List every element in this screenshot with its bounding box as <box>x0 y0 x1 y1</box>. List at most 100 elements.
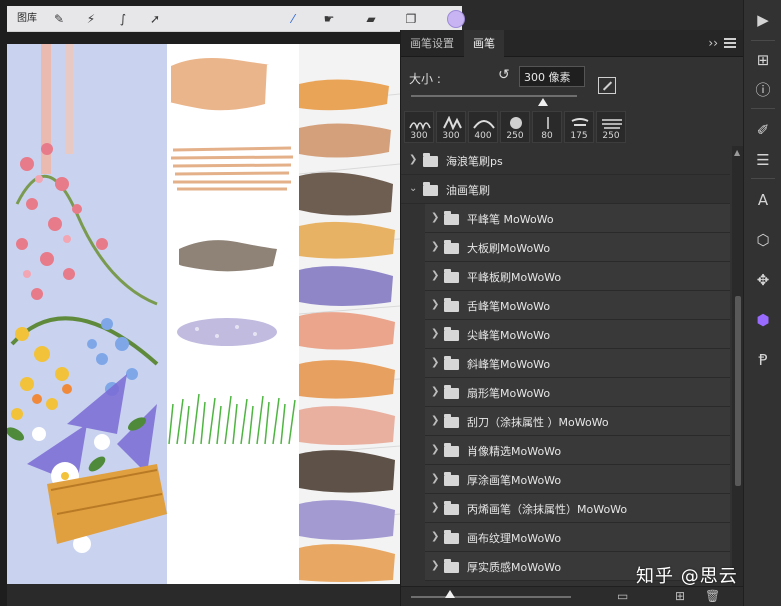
brush-subgroup-label: 尖峰笔MoWoWo <box>467 329 551 342</box>
folder-icon <box>444 559 459 573</box>
chevron-right-icon[interactable]: ❯ <box>431 299 439 310</box>
floral-illustration <box>7 44 167 584</box>
reset-size-icon[interactable]: ↺ <box>498 67 510 83</box>
floral-artwork <box>7 44 167 584</box>
brush-subgroup-row[interactable]: ❯ 大板刷MoWoWo <box>425 233 730 262</box>
tab-brushes[interactable]: 画笔 <box>464 30 504 57</box>
brush-group-row[interactable]: ⌄ 油画笔刷 <box>401 175 730 204</box>
purple-cube-plugin-icon[interactable]: ⬢ <box>753 310 773 330</box>
chevron-right-icon[interactable]: ❯ <box>431 560 439 571</box>
size-slider-track[interactable] <box>411 95 577 97</box>
folder-icon <box>444 501 459 515</box>
chevron-right-icon[interactable]: ❯ <box>409 154 417 165</box>
chevron-right-icon[interactable]: ❯ <box>431 212 439 223</box>
chevron-right-icon[interactable]: ❯ <box>431 415 439 426</box>
new-group-folder-icon[interactable]: ▭ <box>617 589 628 603</box>
panel-collapse-button[interactable]: ›› <box>708 30 718 57</box>
brush-tip-preview-icon <box>473 120 495 129</box>
brush-subgroup-row[interactable]: ❯ 厚涂画笔MoWoWo <box>425 465 730 494</box>
brush-preset[interactable]: 80 <box>532 111 562 143</box>
brush-tool-icon[interactable]: ⁄ <box>285 11 301 27</box>
folder-icon <box>423 153 438 167</box>
plugin-p-icon[interactable]: Ᵽ <box>753 350 773 370</box>
brush-subgroup-row[interactable]: ❯ 平峰板刷MoWoWo <box>425 262 730 291</box>
wrench-icon[interactable]: ✎ <box>51 11 67 27</box>
info-icon[interactable]: ⓘ <box>753 80 773 100</box>
scrollbar-thumb[interactable] <box>735 296 741 486</box>
chevron-right-icon[interactable]: ❯ <box>431 502 439 513</box>
chevron-right-icon[interactable]: ❯ <box>431 386 439 397</box>
brush-preset[interactable]: 400 <box>468 111 498 143</box>
paint-stroke-column <box>299 44 400 584</box>
gallery-button[interactable]: 图库 <box>17 10 37 28</box>
brush-subgroup-label: 平峰板刷MoWoWo <box>467 271 562 284</box>
chevron-right-icon[interactable]: ❯ <box>431 357 439 368</box>
panel-menu-icon[interactable] <box>724 38 736 48</box>
zhihu-watermark: 知乎 @思云 <box>636 566 738 587</box>
folder-icon <box>444 356 459 370</box>
chevron-right-icon[interactable]: ❯ <box>431 270 439 281</box>
brush-swatches <box>168 58 296 445</box>
color-picker-swatch[interactable] <box>447 10 465 28</box>
brush-subgroup-row[interactable]: ❯ 丙烯画笔（涂抹属性）MoWoWo <box>425 494 730 523</box>
brush-settings-sliders-icon[interactable]: ☰ <box>753 150 773 170</box>
eraser-tool-icon[interactable]: ▰ <box>363 11 379 27</box>
chevron-right-icon[interactable]: ❯ <box>431 241 439 252</box>
brush-subgroup-label: 画布纹理MoWoWo <box>467 532 562 545</box>
brush-subgroup-row[interactable]: ❯ 平峰笔 MoWoWo <box>425 204 730 233</box>
brush-group-row[interactable]: ❯ 海浪笔刷ps <box>401 146 730 175</box>
brush-subgroup-label: 斜峰笔MoWoWo <box>467 358 551 371</box>
play-icon[interactable]: ▶ <box>753 10 773 30</box>
chevron-down-icon[interactable]: ⌄ <box>409 183 417 194</box>
brush-subgroup-row[interactable]: ❯ 舌峰笔MoWoWo <box>425 291 730 320</box>
brush-pen-icon[interactable] <box>598 77 616 94</box>
brush-subgroup-row[interactable]: ❯ 斜峰笔MoWoWo <box>425 349 730 378</box>
chevron-right-icon[interactable]: ❯ <box>431 531 439 542</box>
chevron-right-icon[interactable]: ❯ <box>431 473 439 484</box>
tab-brush-settings[interactable]: 画笔设置 <box>401 30 463 57</box>
brush-subgroup-row[interactable]: ❯ 尖峰笔MoWoWo <box>425 320 730 349</box>
brush-preset[interactable]: 250 <box>596 111 626 143</box>
brush-size-input[interactable] <box>519 66 585 87</box>
adjustments-icon[interactable]: ⚡ <box>83 11 99 27</box>
brush-icon[interactable]: ✐ <box>753 120 773 140</box>
new-brush-plus-icon[interactable]: ⊞ <box>675 589 685 603</box>
preview-size-slider-thumb[interactable] <box>445 590 455 598</box>
brush-preset-size: 250 <box>506 131 524 141</box>
canvas-bottom-strip <box>7 584 400 606</box>
selection-icon[interactable]: ∫ <box>115 11 131 27</box>
transform-icon[interactable]: ➚ <box>147 11 163 27</box>
preview-size-slider-track[interactable] <box>411 596 571 598</box>
brush-preset[interactable]: 300 <box>404 111 434 143</box>
folder-icon <box>444 211 459 225</box>
brush-preset[interactable]: 250 <box>500 111 530 143</box>
brush-preset[interactable]: 300 <box>436 111 466 143</box>
brush-subgroup-row[interactable]: ❯ 刮刀（涂抹属性 ）MoWoWo <box>425 407 730 436</box>
toolbar-divider <box>751 178 775 179</box>
brush-folder-tree: ❯ 海浪笔刷ps ⌄ 油画笔刷 ❯ 平峰笔 MoWoWo ❯ 大板刷MoWoWo… <box>401 146 730 586</box>
properties-icon[interactable]: ✥ <box>753 270 773 290</box>
trash-icon[interactable]: 🗑 <box>705 589 720 603</box>
3d-cube-icon[interactable]: ⬡ <box>753 230 773 250</box>
character-icon[interactable]: A <box>753 190 773 210</box>
brush-preset-size: 250 <box>602 131 620 141</box>
brush-preset-size: 300 <box>442 131 460 141</box>
brush-preset[interactable]: 175 <box>564 111 594 143</box>
brush-subgroup-label: 扇形笔MoWoWo <box>467 387 551 400</box>
brush-tip-preview-icon <box>409 122 431 130</box>
libraries-icon[interactable]: ⊞ <box>753 50 773 70</box>
layers-icon[interactable]: ❐ <box>403 11 419 27</box>
brush-subgroup-row[interactable]: ❯ 扇形笔MoWoWo <box>425 378 730 407</box>
folder-icon <box>444 472 459 486</box>
size-slider-thumb[interactable] <box>538 98 548 106</box>
brush-group-label: 海浪笔刷ps <box>446 155 503 168</box>
chevron-right-icon[interactable]: ❯ <box>431 328 439 339</box>
procreate-toolbar: 图库 ✎ ⚡ ∫ ➚ ⁄ ☛ ▰ ❐ <box>7 6 465 32</box>
brush-subgroup-row[interactable]: ❯ 画布纹理MoWoWo <box>425 523 730 552</box>
brush-subgroup-label: 平峰笔 MoWoWo <box>467 213 554 226</box>
brush-subgroup-row[interactable]: ❯ 肖像精选MoWoWo <box>425 436 730 465</box>
smudge-tool-icon[interactable]: ☛ <box>321 11 337 27</box>
chevron-right-icon[interactable]: ❯ <box>431 444 439 455</box>
toolbar-divider <box>751 40 775 41</box>
scroll-up-arrow-icon[interactable]: ▲ <box>734 148 740 157</box>
